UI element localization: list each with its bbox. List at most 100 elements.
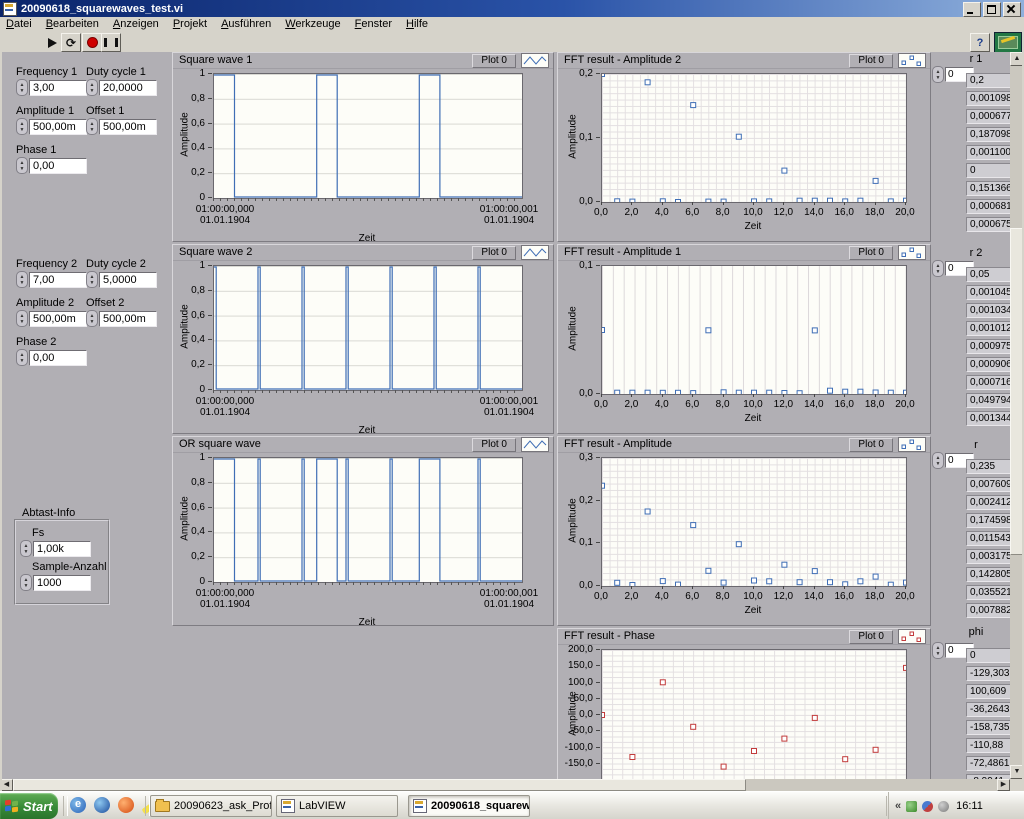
control-label: Frequency 1 (16, 66, 96, 78)
taskbar-item-folder[interactable]: 20090623_ask_Prof_Ge... (150, 795, 272, 817)
close-button[interactable] (1003, 2, 1021, 17)
context-help-icon[interactable] (994, 32, 1022, 53)
x-tick-mark (662, 586, 663, 589)
increment-decrement-spinner[interactable]: ▲▼ (16, 157, 28, 174)
timestamp-line: 01:00:00,001 (465, 588, 553, 599)
y-tick-mark (208, 290, 212, 291)
array-label: r (950, 439, 1002, 451)
increment-decrement-spinner[interactable]: ▲▼ (86, 79, 98, 96)
menu-projekt[interactable]: Projekt (173, 18, 207, 30)
abort-button[interactable] (82, 33, 102, 52)
maximize-button[interactable] (983, 2, 1001, 17)
numeric-input[interactable]: 500,00m (99, 119, 157, 135)
run-continuous-button[interactable]: ⟳ (61, 33, 81, 52)
numeric-input[interactable]: 500,00m (29, 119, 87, 135)
x-tick-mark (631, 586, 632, 589)
x-tick-label: 20,0 (892, 591, 918, 602)
increment-decrement-spinner[interactable]: ▲▼ (16, 271, 28, 288)
y-tick-mark (596, 265, 600, 266)
labview-icon (281, 799, 295, 813)
help-button[interactable]: ? (970, 33, 990, 52)
x-tick-mark (753, 586, 754, 589)
tray-green-icon[interactable] (906, 801, 917, 812)
globe-icon[interactable] (94, 797, 110, 813)
collapse-chevron-icon[interactable]: « (895, 800, 901, 812)
plot-style-icon (898, 629, 926, 644)
numeric-input[interactable]: 20,0000 (99, 80, 157, 96)
y-tick-label: 0,2 (172, 359, 205, 370)
increment-decrement-spinner[interactable]: ▲▼ (86, 310, 98, 327)
menu-werkzeuge[interactable]: Werkzeuge (285, 18, 340, 30)
plot-legend[interactable]: Plot 0 (472, 437, 549, 452)
y-tick-label: 1 (172, 260, 205, 271)
y-tick-label: 0,4 (172, 142, 205, 153)
menu-ausfuehren[interactable]: Ausführen (221, 18, 271, 30)
run-button[interactable] (42, 33, 62, 52)
menu-hilfe[interactable]: Hilfe (406, 18, 428, 30)
internet-explorer-icon[interactable]: e (70, 797, 86, 813)
y-tick-label: 0,4 (172, 526, 205, 537)
increment-decrement-spinner[interactable]: ▲▼ (20, 540, 32, 557)
y-tick-mark (208, 98, 212, 99)
timestamp-line: 01.01.1904 (465, 407, 553, 418)
numeric-input[interactable]: 5,0000 (99, 272, 157, 288)
increment-decrement-spinner[interactable]: ▲▼ (16, 79, 28, 96)
taskbar-item-active-vi[interactable]: 20090618_squarewa... (408, 795, 530, 817)
menu-fenster[interactable]: Fenster (355, 18, 392, 30)
numeric-input[interactable]: 7,00 (29, 272, 87, 288)
menu-datei[interactable]: Datei (6, 18, 32, 30)
plot-legend[interactable]: Plot 0 (849, 629, 926, 644)
increment-decrement-spinner[interactable]: ▲▼ (86, 271, 98, 288)
plot-legend[interactable]: Plot 0 (472, 53, 549, 68)
y-tick-mark (596, 649, 600, 650)
plot-legend[interactable]: Plot 0 (472, 245, 549, 260)
x-tick-label: 0,0 (588, 399, 614, 410)
menu-bar: Datei Bearbeiten Anzeigen Projekt Ausfüh… (0, 17, 1024, 31)
taskbar-item-labview[interactable]: LabVIEW (276, 795, 398, 817)
horizontal-scrollbar[interactable]: ◀ ▶ (0, 779, 1010, 791)
index-spinner[interactable]: ▲▼ (932, 260, 944, 277)
numeric-input[interactable]: 0,00 (29, 350, 87, 366)
numeric-input[interactable]: 3,00 (29, 80, 87, 96)
menu-anzeigen[interactable]: Anzeigen (113, 18, 159, 30)
x-axis-label: Zeit (723, 221, 783, 232)
task-label: LabVIEW (299, 800, 345, 812)
y-tick-label: 0,3 (557, 452, 593, 463)
pause-button[interactable] (101, 33, 121, 52)
tray-network-icon[interactable] (922, 801, 933, 812)
y-tick-label: 0,8 (172, 477, 205, 488)
x-minor-ticks (213, 198, 521, 201)
increment-decrement-spinner[interactable]: ▲▼ (16, 349, 28, 366)
numeric-input[interactable]: 0,00 (29, 158, 87, 174)
plot-legend[interactable]: Plot 0 (849, 53, 926, 68)
x-tick-mark (753, 394, 754, 397)
tray-volume-icon[interactable] (938, 801, 949, 812)
x-tick-mark (905, 394, 906, 397)
scroll-right-icon[interactable]: ▶ (997, 779, 1010, 791)
firefox-icon[interactable] (118, 797, 134, 813)
start-button[interactable]: Start (0, 793, 58, 819)
numeric-input[interactable]: 500,00m (29, 311, 87, 327)
plot-legend[interactable]: Plot 0 (849, 245, 926, 260)
increment-decrement-spinner[interactable]: ▲▼ (16, 118, 28, 135)
numeric-input[interactable]: 1000 (33, 575, 91, 591)
x-tick-label: 18,0 (862, 591, 888, 602)
plot-legend[interactable]: Plot 0 (849, 437, 926, 452)
y-tick-label: 100,0 (557, 677, 593, 688)
numeric-input[interactable]: 1,00k (33, 541, 91, 557)
maximize-icon (987, 5, 996, 14)
chart-fft-amplitude-1: FFT result - Amplitude 1 Plot 0 Amplitud… (557, 244, 931, 434)
numeric-input[interactable]: 500,00m (99, 311, 157, 327)
increment-decrement-spinner[interactable]: ▲▼ (86, 118, 98, 135)
increment-decrement-spinner[interactable]: ▲▼ (16, 310, 28, 327)
x-tick-mark (905, 586, 906, 589)
toolbar-handle[interactable] (63, 796, 68, 816)
index-spinner[interactable]: ▲▼ (932, 452, 944, 469)
index-spinner[interactable]: ▲▼ (932, 642, 944, 659)
minimize-button[interactable] (963, 2, 981, 17)
increment-decrement-spinner[interactable]: ▲▼ (20, 574, 32, 591)
menu-bearbeiten[interactable]: Bearbeiten (46, 18, 99, 30)
x-tick-mark (601, 202, 602, 205)
horizontal-scrollbar-thumb[interactable] (13, 779, 746, 791)
index-spinner[interactable]: ▲▼ (932, 66, 944, 83)
